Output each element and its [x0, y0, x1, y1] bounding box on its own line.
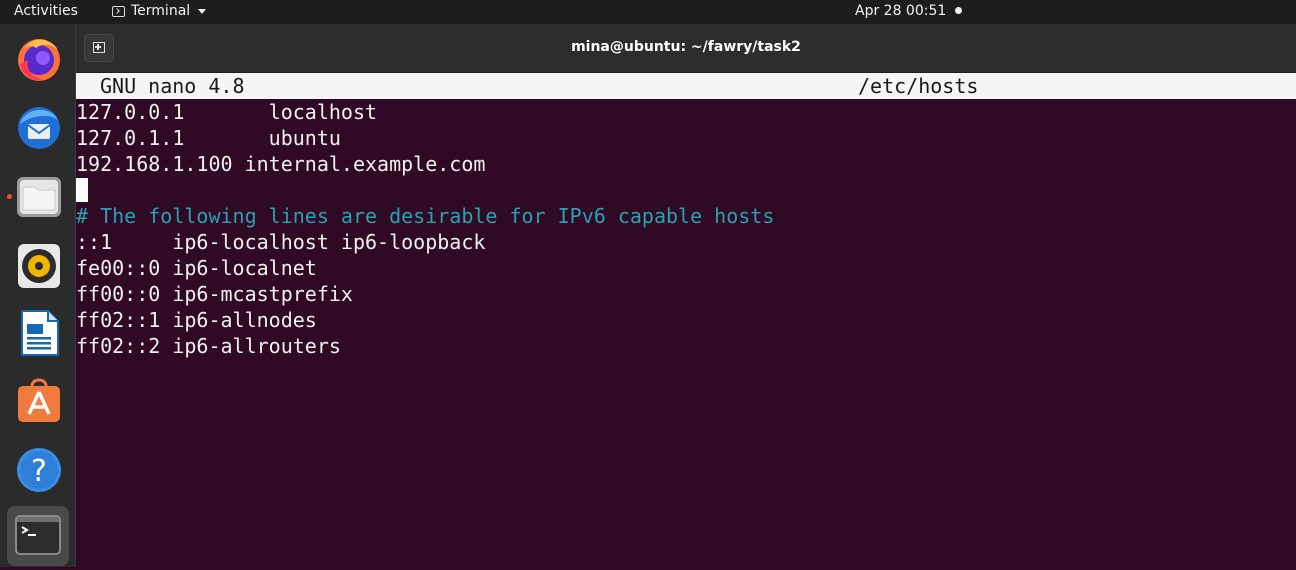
running-indicator-icon [7, 194, 12, 199]
dock-terminal[interactable] [7, 506, 69, 566]
dock-writer[interactable] [14, 308, 64, 358]
rhythmbox-icon [18, 244, 60, 288]
notification-dot-icon [955, 7, 962, 14]
activities-button[interactable]: Activities [14, 3, 78, 19]
top-bar: Activities Terminal Apr 28 00:51 [0, 0, 1296, 24]
dock-firefox[interactable] [14, 34, 64, 84]
nano-version: GNU nano 4.8 [100, 74, 245, 98]
editor-line [76, 177, 1296, 203]
editor-line: ff02::2 ip6-allrouters [76, 334, 341, 358]
caret-down-icon [198, 8, 207, 14]
terminal-small-icon [112, 5, 125, 17]
writer-icon [21, 310, 59, 356]
editor-area[interactable]: 127.0.0.1 localhost 127.0.1.1 ubuntu 192… [76, 99, 1296, 359]
editor-line: ff02::1 ip6-allnodes [76, 308, 317, 332]
app-menu[interactable]: Terminal [112, 3, 207, 19]
editor-line: fe00::0 ip6-localnet [76, 256, 317, 280]
editor-line: ff00::0 ip6-mcastprefix [76, 282, 353, 306]
app-menu-label: Terminal [131, 3, 191, 19]
files-icon [17, 177, 61, 217]
dock-files[interactable] [14, 172, 64, 222]
editor-line: 192.168.1.100 internal.example.com [76, 152, 486, 176]
software-icon [18, 378, 60, 422]
dock: ? [0, 24, 76, 567]
dock-ubuntu-software[interactable] [14, 376, 64, 426]
dock-thunderbird[interactable] [14, 102, 64, 152]
window-title: mina@ubuntu: ~/fawry/task2 [571, 39, 801, 55]
text-cursor [76, 178, 88, 202]
firefox-icon [18, 39, 60, 81]
thunderbird-icon [18, 107, 60, 149]
dock-rhythmbox[interactable] [14, 240, 64, 290]
nano-filename: /etc/hosts [858, 74, 979, 98]
dock-help[interactable]: ? [14, 444, 64, 494]
terminal-headerbar: mina@ubuntu: ~/fawry/task2 [76, 24, 1296, 73]
nano-title-bar: GNU nano 4.8 /etc/hosts [76, 73, 1296, 99]
terminal-icon [15, 515, 61, 555]
editor-line: 127.0.1.1 ubuntu [76, 126, 341, 150]
svg-text:?: ? [31, 454, 47, 489]
editor-line: 127.0.0.1 localhost [76, 100, 378, 124]
clock[interactable]: Apr 28 00:51 [855, 3, 946, 19]
editor-comment-line: # The following lines are desirable for … [76, 204, 775, 228]
editor-line: ::1 ip6-localhost ip6-loopback [76, 230, 486, 254]
help-icon: ? [17, 448, 61, 492]
